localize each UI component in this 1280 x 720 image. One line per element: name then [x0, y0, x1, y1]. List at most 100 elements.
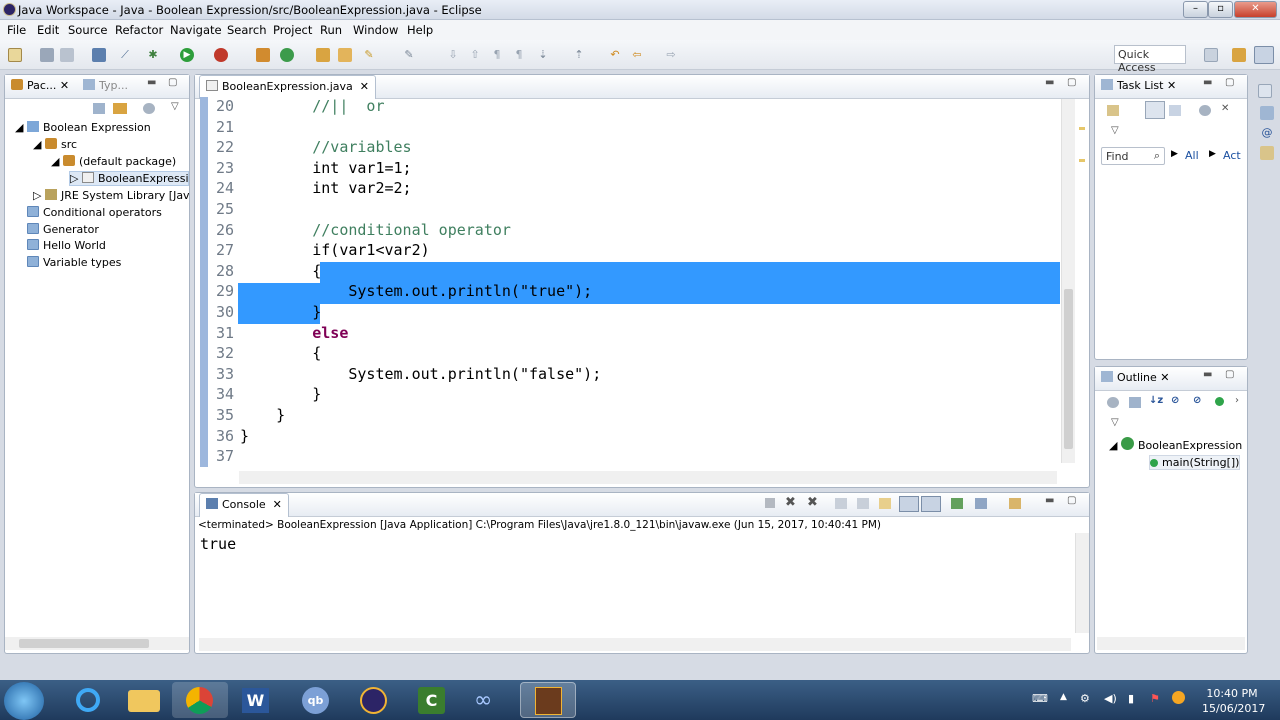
- remove-all-icon[interactable]: ✖: [807, 495, 818, 510]
- back-icon[interactable]: ⇦: [630, 48, 644, 62]
- console-output[interactable]: true: [198, 533, 1078, 633]
- start-button[interactable]: [4, 682, 44, 720]
- hide-fields-icon[interactable]: ⊘: [1171, 395, 1179, 406]
- focus-icon[interactable]: [143, 103, 155, 114]
- tree-item-variable-types[interactable]: Variable types: [27, 256, 121, 269]
- chrome-icon[interactable]: [172, 682, 228, 718]
- sort-icon[interactable]: ↓z: [1149, 395, 1163, 406]
- view-menu-icon[interactable]: ▽: [1111, 417, 1119, 428]
- editor-horizontal-scrollbar[interactable]: [239, 471, 1057, 484]
- menu-help[interactable]: Help: [407, 23, 433, 37]
- external-tools-icon[interactable]: [214, 48, 228, 62]
- focus-icon[interactable]: [1199, 105, 1211, 116]
- keyboard-icon[interactable]: ⌨: [1032, 692, 1048, 705]
- tab-booleanexpression-java[interactable]: BooleanExpression.java ✕: [199, 75, 377, 99]
- tab-outline[interactable]: Outline ✕: [1101, 371, 1170, 384]
- maximize-icon[interactable]: ▢: [1067, 77, 1076, 88]
- focus-icon[interactable]: [1107, 397, 1119, 408]
- clear-console-icon[interactable]: [835, 498, 847, 509]
- tree-item-conditional-operators[interactable]: Conditional operators: [27, 206, 162, 219]
- pin-console-icon[interactable]: [951, 498, 963, 509]
- tree-item-booleanexpression-java[interactable]: ▷ BooleanExpression: [69, 171, 189, 186]
- menu-search[interactable]: Search: [227, 23, 267, 37]
- outline-class[interactable]: ◢ BooleanExpression: [1109, 437, 1242, 452]
- menu-navigate[interactable]: Navigate: [170, 23, 222, 37]
- tab-console[interactable]: Console ✕: [199, 493, 289, 517]
- menu-refactor[interactable]: Refactor: [115, 23, 163, 37]
- internet-explorer-icon[interactable]: [60, 682, 116, 718]
- collapse-all-icon[interactable]: [1129, 397, 1141, 408]
- next-annotation-icon[interactable]: ⇩: [446, 48, 460, 62]
- action-center-icon[interactable]: ⚑: [1150, 692, 1160, 705]
- java-ee-perspective-icon[interactable]: [1232, 48, 1246, 62]
- minimize-icon[interactable]: ▬: [1045, 77, 1054, 88]
- menu-project[interactable]: Project: [273, 23, 312, 37]
- search-icon[interactable]: ✎: [362, 48, 376, 62]
- save-all-icon[interactable]: [60, 48, 74, 62]
- view-menu-icon[interactable]: ▽: [1111, 125, 1119, 136]
- maximize-button[interactable]: ▫: [1208, 1, 1233, 18]
- scroll-lock-icon[interactable]: [857, 498, 869, 509]
- maximize-icon[interactable]: ▢: [1225, 369, 1234, 380]
- hide-static-icon[interactable]: ⊘: [1193, 395, 1201, 406]
- tab-package-explorer[interactable]: Pac... ✕: [11, 79, 69, 92]
- eclipse-taskbar-icon[interactable]: [346, 682, 402, 718]
- forward-icon[interactable]: ⇨: [664, 48, 678, 62]
- minimize-icon[interactable]: ▬: [1045, 495, 1054, 506]
- app-tray-icon[interactable]: [1172, 691, 1185, 704]
- remove-launch-icon[interactable]: ✖: [785, 495, 796, 510]
- declaration-icon[interactable]: [1260, 146, 1274, 160]
- quick-access-input[interactable]: Quick Access: [1114, 45, 1186, 74]
- open-perspective-icon[interactable]: [1204, 48, 1218, 62]
- menu-edit[interactable]: Edit: [37, 23, 59, 37]
- prev-edit-icon[interactable]: ⇡: [572, 48, 586, 62]
- skip-breakpoints-icon[interactable]: ⟋: [118, 48, 132, 62]
- menu-source[interactable]: Source: [68, 23, 108, 37]
- camtasia-icon[interactable]: C: [404, 682, 460, 718]
- editor-vertical-scrollbar[interactable]: [1061, 99, 1075, 463]
- annotation-icon[interactable]: ✎: [402, 48, 416, 62]
- infinity-app-icon[interactable]: ∞: [462, 682, 518, 718]
- scrollbar-thumb[interactable]: [1064, 289, 1073, 449]
- java-perspective-icon[interactable]: [1254, 46, 1274, 64]
- display-console-icon[interactable]: [975, 498, 987, 509]
- minimize-icon[interactable]: ▬: [1203, 369, 1212, 380]
- qbittorrent-icon[interactable]: qb: [290, 682, 346, 718]
- close-button[interactable]: ✕: [1234, 1, 1277, 18]
- tab-task-list[interactable]: Task List ✕: [1101, 79, 1176, 92]
- tab-type-hierarchy[interactable]: Typ...: [83, 79, 128, 92]
- code-editor[interactable]: 20 //|| or 21 22 //variables 23 int var1…: [200, 97, 1060, 467]
- show-on-stdout-icon[interactable]: [899, 496, 919, 512]
- new-class-icon[interactable]: [280, 48, 294, 62]
- console-horizontal-scrollbar[interactable]: [199, 638, 1071, 651]
- tree-item-hello-world[interactable]: Hello World: [27, 239, 106, 252]
- hide-nonpublic-icon[interactable]: [1215, 397, 1224, 406]
- collapse-all-icon[interactable]: [93, 103, 105, 114]
- show-hidden-icons[interactable]: ▲: [1060, 692, 1067, 702]
- javadoc-icon[interactable]: @: [1260, 126, 1274, 140]
- java-ee-ide-icon[interactable]: [520, 682, 576, 718]
- activate-link[interactable]: Act: [1223, 149, 1241, 162]
- view-menu-icon[interactable]: ▽: [171, 101, 179, 112]
- outline-method[interactable]: main(String[]): [1149, 455, 1241, 470]
- system-tray-icon[interactable]: ⚙: [1080, 692, 1090, 705]
- restore-icon[interactable]: [1258, 84, 1272, 98]
- find-input[interactable]: Find ⌕: [1101, 147, 1165, 165]
- word-icon[interactable]: W: [228, 682, 284, 718]
- network-icon[interactable]: ▮: [1128, 692, 1134, 705]
- last-edit-icon[interactable]: ↶: [608, 48, 622, 62]
- terminate-icon[interactable]: [765, 498, 775, 508]
- task-list-trim-icon[interactable]: [1260, 106, 1274, 120]
- scheduled-icon[interactable]: [1169, 105, 1181, 116]
- close-icon[interactable]: ✕: [1160, 371, 1169, 384]
- tree-item-default-package[interactable]: ◢ (default package): [51, 155, 176, 168]
- tree-item-src[interactable]: ◢ src: [33, 138, 77, 151]
- new-java-project-icon[interactable]: [256, 48, 270, 62]
- debug-icon[interactable]: ✱: [146, 48, 160, 62]
- run-icon[interactable]: ▶: [180, 48, 194, 62]
- menu-run[interactable]: Run: [320, 23, 342, 37]
- close-icon[interactable]: ✕: [1167, 79, 1176, 92]
- file-explorer-icon[interactable]: [116, 682, 172, 718]
- hide-completed-icon[interactable]: ✕: [1221, 103, 1229, 114]
- tree-item-jre-library[interactable]: ▷ JRE System Library [JavaS: [33, 189, 189, 202]
